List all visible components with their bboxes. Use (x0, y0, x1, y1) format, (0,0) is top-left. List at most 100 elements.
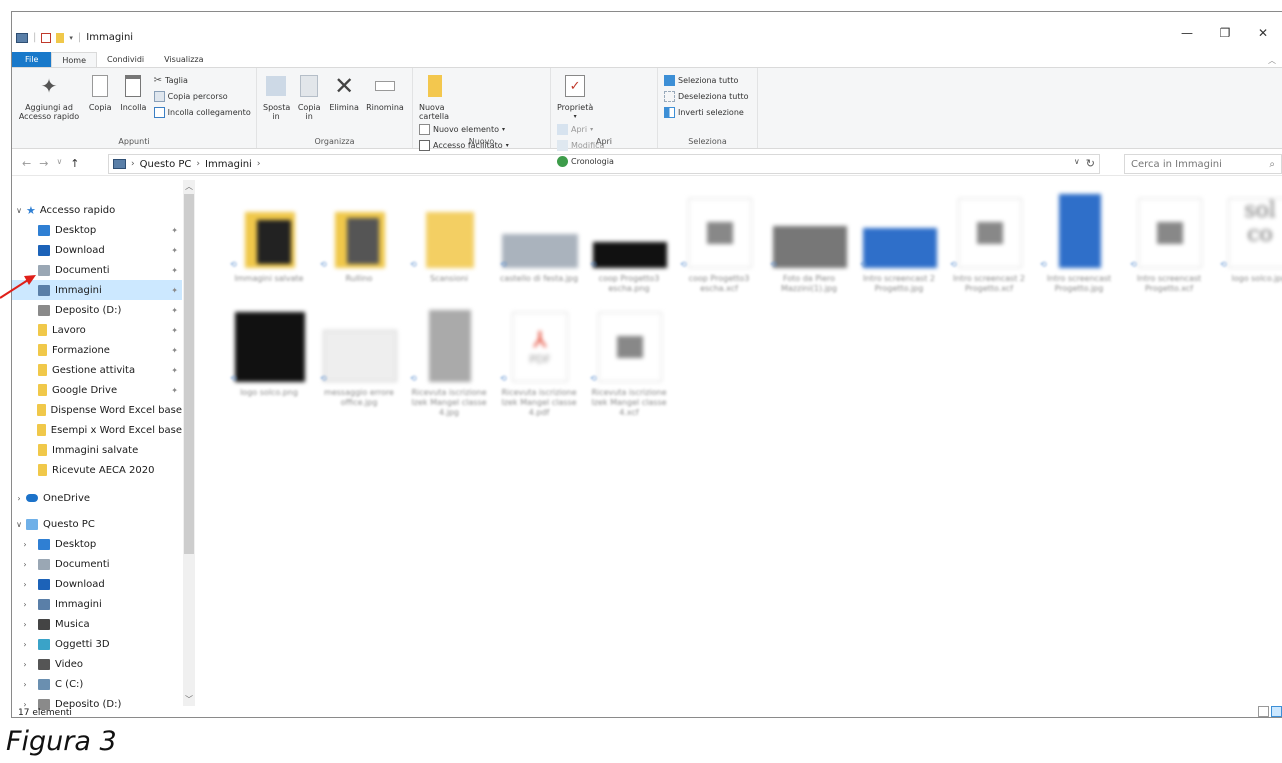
pin-icon[interactable]: ✦ (171, 366, 178, 375)
sidebar-item[interactable]: › Oggetti 3D (12, 634, 182, 654)
copy-button[interactable]: Copia (85, 72, 115, 112)
pin-quick-access-button[interactable]: ✦ Aggiungi ad Accesso rapido (16, 72, 82, 122)
sidebar-item[interactable]: Download ✦ (12, 240, 182, 260)
pin-icon[interactable]: ✦ (171, 286, 178, 295)
rename-button[interactable]: Rinomina (364, 72, 406, 112)
sidebar-item[interactable]: Formazione ✦ (12, 340, 182, 360)
tab-condividi[interactable]: Condividi (97, 52, 154, 68)
open-button[interactable]: Apri ▾ (557, 121, 614, 137)
minimize-button[interactable]: — (1168, 26, 1206, 40)
new-item-button[interactable]: Nuovo elemento ▾ (419, 121, 509, 137)
file-item[interactable]: ⟲ Intro screencast 2 Progetto.xcf (946, 190, 1032, 302)
sidebar-item[interactable]: Ricevute AECA 2020 (12, 460, 182, 480)
file-item[interactable]: ⟲ Intro screencast Progetto.jpg (1036, 190, 1122, 302)
tab-file[interactable]: File (12, 52, 52, 68)
file-item[interactable]: ⟲ Ricevuta iscrizione Izek Mangel classe … (586, 304, 672, 417)
search-box[interactable]: Cerca in Immagini ⌕ (1124, 154, 1282, 174)
delete-button[interactable]: ✕ Elimina (327, 72, 361, 113)
cut-button[interactable]: ✂ Taglia (154, 72, 251, 88)
forward-arrow-icon[interactable]: → (39, 157, 48, 170)
sidebar-item[interactable]: Google Drive ✦ (12, 380, 182, 400)
chevron-right-icon[interactable]: › (12, 600, 38, 609)
chevron-right-icon[interactable]: › (12, 560, 38, 569)
chevron-right-icon[interactable]: › (12, 680, 38, 689)
breadcrumb-this-pc[interactable]: Questo PC (140, 159, 192, 170)
sidebar-item[interactable]: Deposito (D:) ✦ (12, 300, 182, 320)
sidebar-item[interactable]: Gestione attivita ✦ (12, 360, 182, 380)
properties-button[interactable]: ✓ Proprietà ▾ (555, 72, 595, 121)
navigation-scrollbar[interactable]: ︿ ﹀ (183, 180, 195, 706)
file-item[interactable]: ⟲ castello di festa.jpg (496, 190, 582, 302)
chevron-right-icon[interactable]: › (12, 640, 38, 649)
address-bar[interactable]: › Questo PC › Immagini › ∨ ↻ (108, 154, 1100, 174)
sidebar-item[interactable]: Dispense Word Excel base (12, 400, 182, 420)
sidebar-item[interactable]: › Musica (12, 614, 182, 634)
tab-visualizza[interactable]: Visualizza (154, 52, 213, 68)
back-arrow-icon[interactable]: ← (22, 157, 31, 170)
sidebar-item[interactable]: Desktop ✦ (12, 220, 182, 240)
pin-icon[interactable]: ✦ (171, 386, 178, 395)
file-item[interactable]: ⟲ messaggio errore office.jpg (316, 304, 402, 416)
pin-icon[interactable]: ✦ (171, 346, 178, 355)
paste-shortcut-button[interactable]: Incolla collegamento (153, 104, 251, 120)
sidebar-item[interactable]: Esempi x Word Excel base (12, 420, 182, 440)
file-item[interactable]: ⅄ PDF ⟲ Ricevuta iscrizione Izek Mangel cla… (496, 304, 582, 417)
file-item[interactable]: ⟲ coop Progetto3 escha.png (586, 190, 672, 302)
pin-icon[interactable]: ✦ (171, 306, 178, 315)
file-item[interactable]: ⟲ logo solco.png (226, 304, 312, 416)
address-dropdown-icon[interactable]: ∨ (1074, 157, 1080, 170)
chevron-right-icon[interactable]: › (12, 620, 38, 629)
chevron-right-icon[interactable]: › (12, 660, 38, 669)
maximize-button[interactable]: ❐ (1206, 26, 1244, 40)
new-folder-button[interactable]: Nuova cartella (417, 72, 453, 121)
sidebar-item[interactable]: Lavoro ✦ (12, 320, 182, 340)
sidebar-item-questo-pc[interactable]: ∨ Questo PC (12, 514, 182, 534)
chevron-down-icon[interactable]: ∨ (12, 520, 26, 529)
pin-icon[interactable]: ✦ (171, 326, 178, 335)
close-button[interactable]: ✕ (1244, 26, 1282, 40)
copy-path-button[interactable]: Copia percorso (153, 88, 251, 104)
file-item[interactable]: ⟲ Foto da Piero Mazzini(1).jpg (766, 190, 852, 302)
file-item[interactable]: ⟲ Rullino (316, 190, 402, 302)
details-view-icon[interactable] (1258, 706, 1269, 717)
sidebar-item[interactable]: › Immagini (12, 594, 182, 614)
scroll-down-icon[interactable]: ﹀ (183, 694, 195, 705)
chevron-right-icon[interactable]: › (12, 494, 26, 503)
sidebar-item[interactable]: › Desktop (12, 534, 182, 554)
file-item[interactable]: ⟲ coop Progetto3 escha.xcf (676, 190, 762, 302)
sidebar-item[interactable]: › Download (12, 574, 182, 594)
pin-icon[interactable]: ✦ (171, 226, 178, 235)
chevron-down-icon[interactable]: ∨ (12, 206, 26, 215)
search-input[interactable]: Cerca in Immagini (1131, 159, 1222, 170)
breadcrumb-separator-icon[interactable]: › (131, 159, 135, 169)
pin-icon[interactable]: ✦ (171, 266, 178, 275)
file-item[interactable]: ⟲ Scansioni (406, 190, 492, 302)
customize-toolbar-icon[interactable]: ▾ (69, 34, 73, 42)
scrollbar-thumb[interactable] (184, 194, 194, 554)
sidebar-item-accesso-rapido[interactable]: ∨ ★ Accesso rapido (12, 200, 182, 220)
file-item[interactable]: ⟲ Ricevuta iscrizione Izek Mangel classe … (406, 304, 492, 417)
paste-button[interactable]: Incolla (118, 72, 148, 112)
breadcrumb-separator-icon[interactable]: › (257, 159, 261, 169)
copy-to-button[interactable]: Copia in (294, 72, 324, 121)
tab-home[interactable]: Home (51, 52, 98, 68)
scroll-up-icon[interactable]: ︿ (183, 181, 195, 192)
sidebar-item[interactable]: › Documenti (12, 554, 182, 574)
file-item[interactable]: ⟲ Intro screencast 2 Progetto.jpg (856, 190, 942, 302)
invert-selection-button[interactable]: Inverti selezione (664, 104, 749, 120)
chevron-right-icon[interactable]: › (12, 540, 38, 549)
select-all-button[interactable]: Seleziona tutto (664, 72, 749, 88)
refresh-icon[interactable]: ↻ (1086, 157, 1095, 170)
recent-locations-icon[interactable]: ∨ (56, 157, 62, 170)
select-none-button[interactable]: Deseleziona tutto (664, 88, 749, 104)
large-icons-view-icon[interactable] (1271, 706, 1282, 717)
file-item[interactable]: ⟲ Intro screencast Progetto.xcf (1126, 190, 1212, 302)
new-folder-quick-icon[interactable] (56, 32, 65, 43)
file-item[interactable]: sol co ⟲ logo solco.jpg (1216, 190, 1282, 302)
file-item[interactable]: ⟲ Immagini salvate (226, 190, 312, 302)
pin-icon[interactable]: ✦ (171, 246, 178, 255)
ribbon-collapse-icon[interactable]: ︿ (1268, 55, 1276, 66)
breadcrumb-pictures[interactable]: Immagini (205, 159, 252, 170)
properties-quick-icon[interactable] (41, 32, 52, 43)
sidebar-item[interactable]: › Video (12, 654, 182, 674)
